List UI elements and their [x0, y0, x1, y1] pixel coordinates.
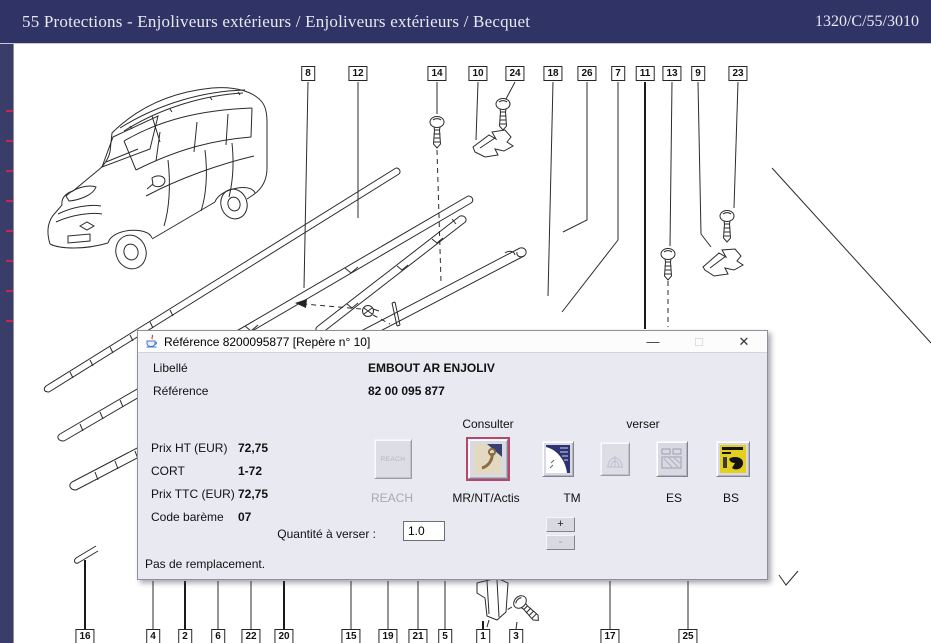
callout-20[interactable]: 20 — [274, 629, 293, 643]
es-button[interactable] — [656, 441, 688, 477]
bs-label: BS — [723, 491, 739, 505]
callout-14[interactable]: 14 — [427, 66, 446, 81]
nav-tick — [6, 290, 13, 292]
code-bareme-label: Code barème — [151, 510, 224, 524]
callout-15[interactable]: 15 — [341, 629, 360, 643]
reach-label: REACH — [371, 491, 413, 505]
verser-disabled-button — [600, 442, 630, 476]
parts-catalog-window: 8121410241826711139231642622201519215131… — [0, 0, 931, 643]
cort-label: CORT — [151, 464, 185, 478]
nav-tick — [6, 320, 13, 322]
code-bareme-value: 07 — [238, 510, 251, 524]
callout-9[interactable]: 9 — [691, 66, 705, 81]
callout-5[interactable]: 5 — [438, 629, 452, 643]
prix-ttc-label: Prix TTC (EUR) — [151, 487, 235, 501]
callout-21[interactable]: 21 — [408, 629, 427, 643]
nav-tick — [6, 200, 13, 202]
callout-19[interactable]: 19 — [378, 629, 397, 643]
minimize-button[interactable]: — — [642, 332, 664, 351]
libelle-label: Libellé — [153, 361, 188, 375]
callout-3[interactable]: 3 — [509, 629, 523, 643]
callout-10[interactable]: 10 — [468, 66, 487, 81]
callout-24[interactable]: 24 — [505, 66, 524, 81]
nav-tick — [6, 110, 13, 112]
quantity-decrement-button[interactable]: - — [546, 535, 575, 550]
callout-22[interactable]: 22 — [241, 629, 260, 643]
page-title: 55 Protections - Enjoliveurs extérieurs … — [0, 12, 530, 32]
callout-7[interactable]: 7 — [611, 66, 625, 81]
reference-dialog: Référence 8200095877 [Repère n° 10] — □ … — [137, 330, 768, 580]
verser-group-header: verser — [593, 417, 693, 431]
callout-4[interactable]: 4 — [146, 629, 160, 643]
reference-value: 82 00 095 877 — [368, 384, 445, 398]
dialog-titlebar[interactable]: Référence 8200095877 [Repère n° 10] — □ … — [138, 331, 767, 353]
callout-12[interactable]: 12 — [348, 66, 367, 81]
libelle-value: EMBOUT AR ENJOLIV — [368, 361, 495, 375]
prix-ht-label: Prix HT (EUR) — [151, 441, 227, 455]
callout-16[interactable]: 16 — [75, 629, 94, 643]
mr-nt-actis-button[interactable] — [468, 439, 508, 479]
tm-label: TM — [563, 491, 580, 505]
header-bar: 55 Protections - Enjoliveurs extérieurs … — [0, 0, 931, 44]
callout-17[interactable]: 17 — [600, 629, 619, 643]
prix-ttc-value: 72,75 — [238, 487, 268, 501]
reach-button: REACH — [374, 439, 412, 479]
left-nav-strip — [0, 44, 14, 643]
car-illustration — [48, 88, 267, 273]
java-cup-icon — [144, 334, 160, 350]
nav-tick — [6, 140, 13, 142]
callout-8[interactable]: 8 — [301, 66, 315, 81]
maximize-button[interactable]: □ — [688, 332, 710, 351]
nav-tick — [6, 170, 13, 172]
consulter-group-header: Consulter — [438, 417, 538, 431]
callout-25[interactable]: 25 — [678, 629, 697, 643]
dialog-title: Référence 8200095877 [Repère n° 10] — [164, 335, 370, 349]
bs-button[interactable] — [716, 441, 750, 477]
callout-26[interactable]: 26 — [577, 66, 596, 81]
reference-label: Référence — [153, 384, 208, 398]
close-button[interactable]: ✕ — [733, 332, 755, 351]
prix-ht-value: 72,75 — [238, 441, 268, 455]
tm-button[interactable] — [542, 441, 574, 477]
arch-icon — [604, 447, 626, 471]
callout-1[interactable]: 1 — [476, 629, 490, 643]
mr-nt-actis-label: MR/NT/Actis — [452, 491, 519, 505]
es-label: ES — [666, 491, 682, 505]
quantity-increment-button[interactable]: + — [546, 517, 575, 532]
nav-tick — [6, 260, 13, 262]
cort-value: 1-72 — [238, 464, 262, 478]
time-chart-icon — [546, 445, 570, 473]
catalog-code: 1320/C/55/3010 — [815, 13, 931, 31]
callout-6[interactable]: 6 — [211, 629, 225, 643]
callout-2[interactable]: 2 — [178, 629, 192, 643]
quantity-label: Quantité à verser : — [248, 527, 376, 541]
callout-13[interactable]: 13 — [662, 66, 681, 81]
callout-18[interactable]: 18 — [543, 66, 562, 81]
callout-23[interactable]: 23 — [728, 66, 747, 81]
map-pieces-icon — [660, 446, 684, 472]
reach-icon: REACH — [381, 456, 406, 463]
quantity-input[interactable] — [403, 521, 445, 541]
document-wrench-icon — [474, 444, 502, 474]
callout-11[interactable]: 11 — [636, 66, 655, 81]
replacement-note: Pas de remplacement. — [145, 557, 265, 571]
yellow-catalog-icon — [720, 445, 746, 473]
nav-tick — [6, 230, 13, 232]
